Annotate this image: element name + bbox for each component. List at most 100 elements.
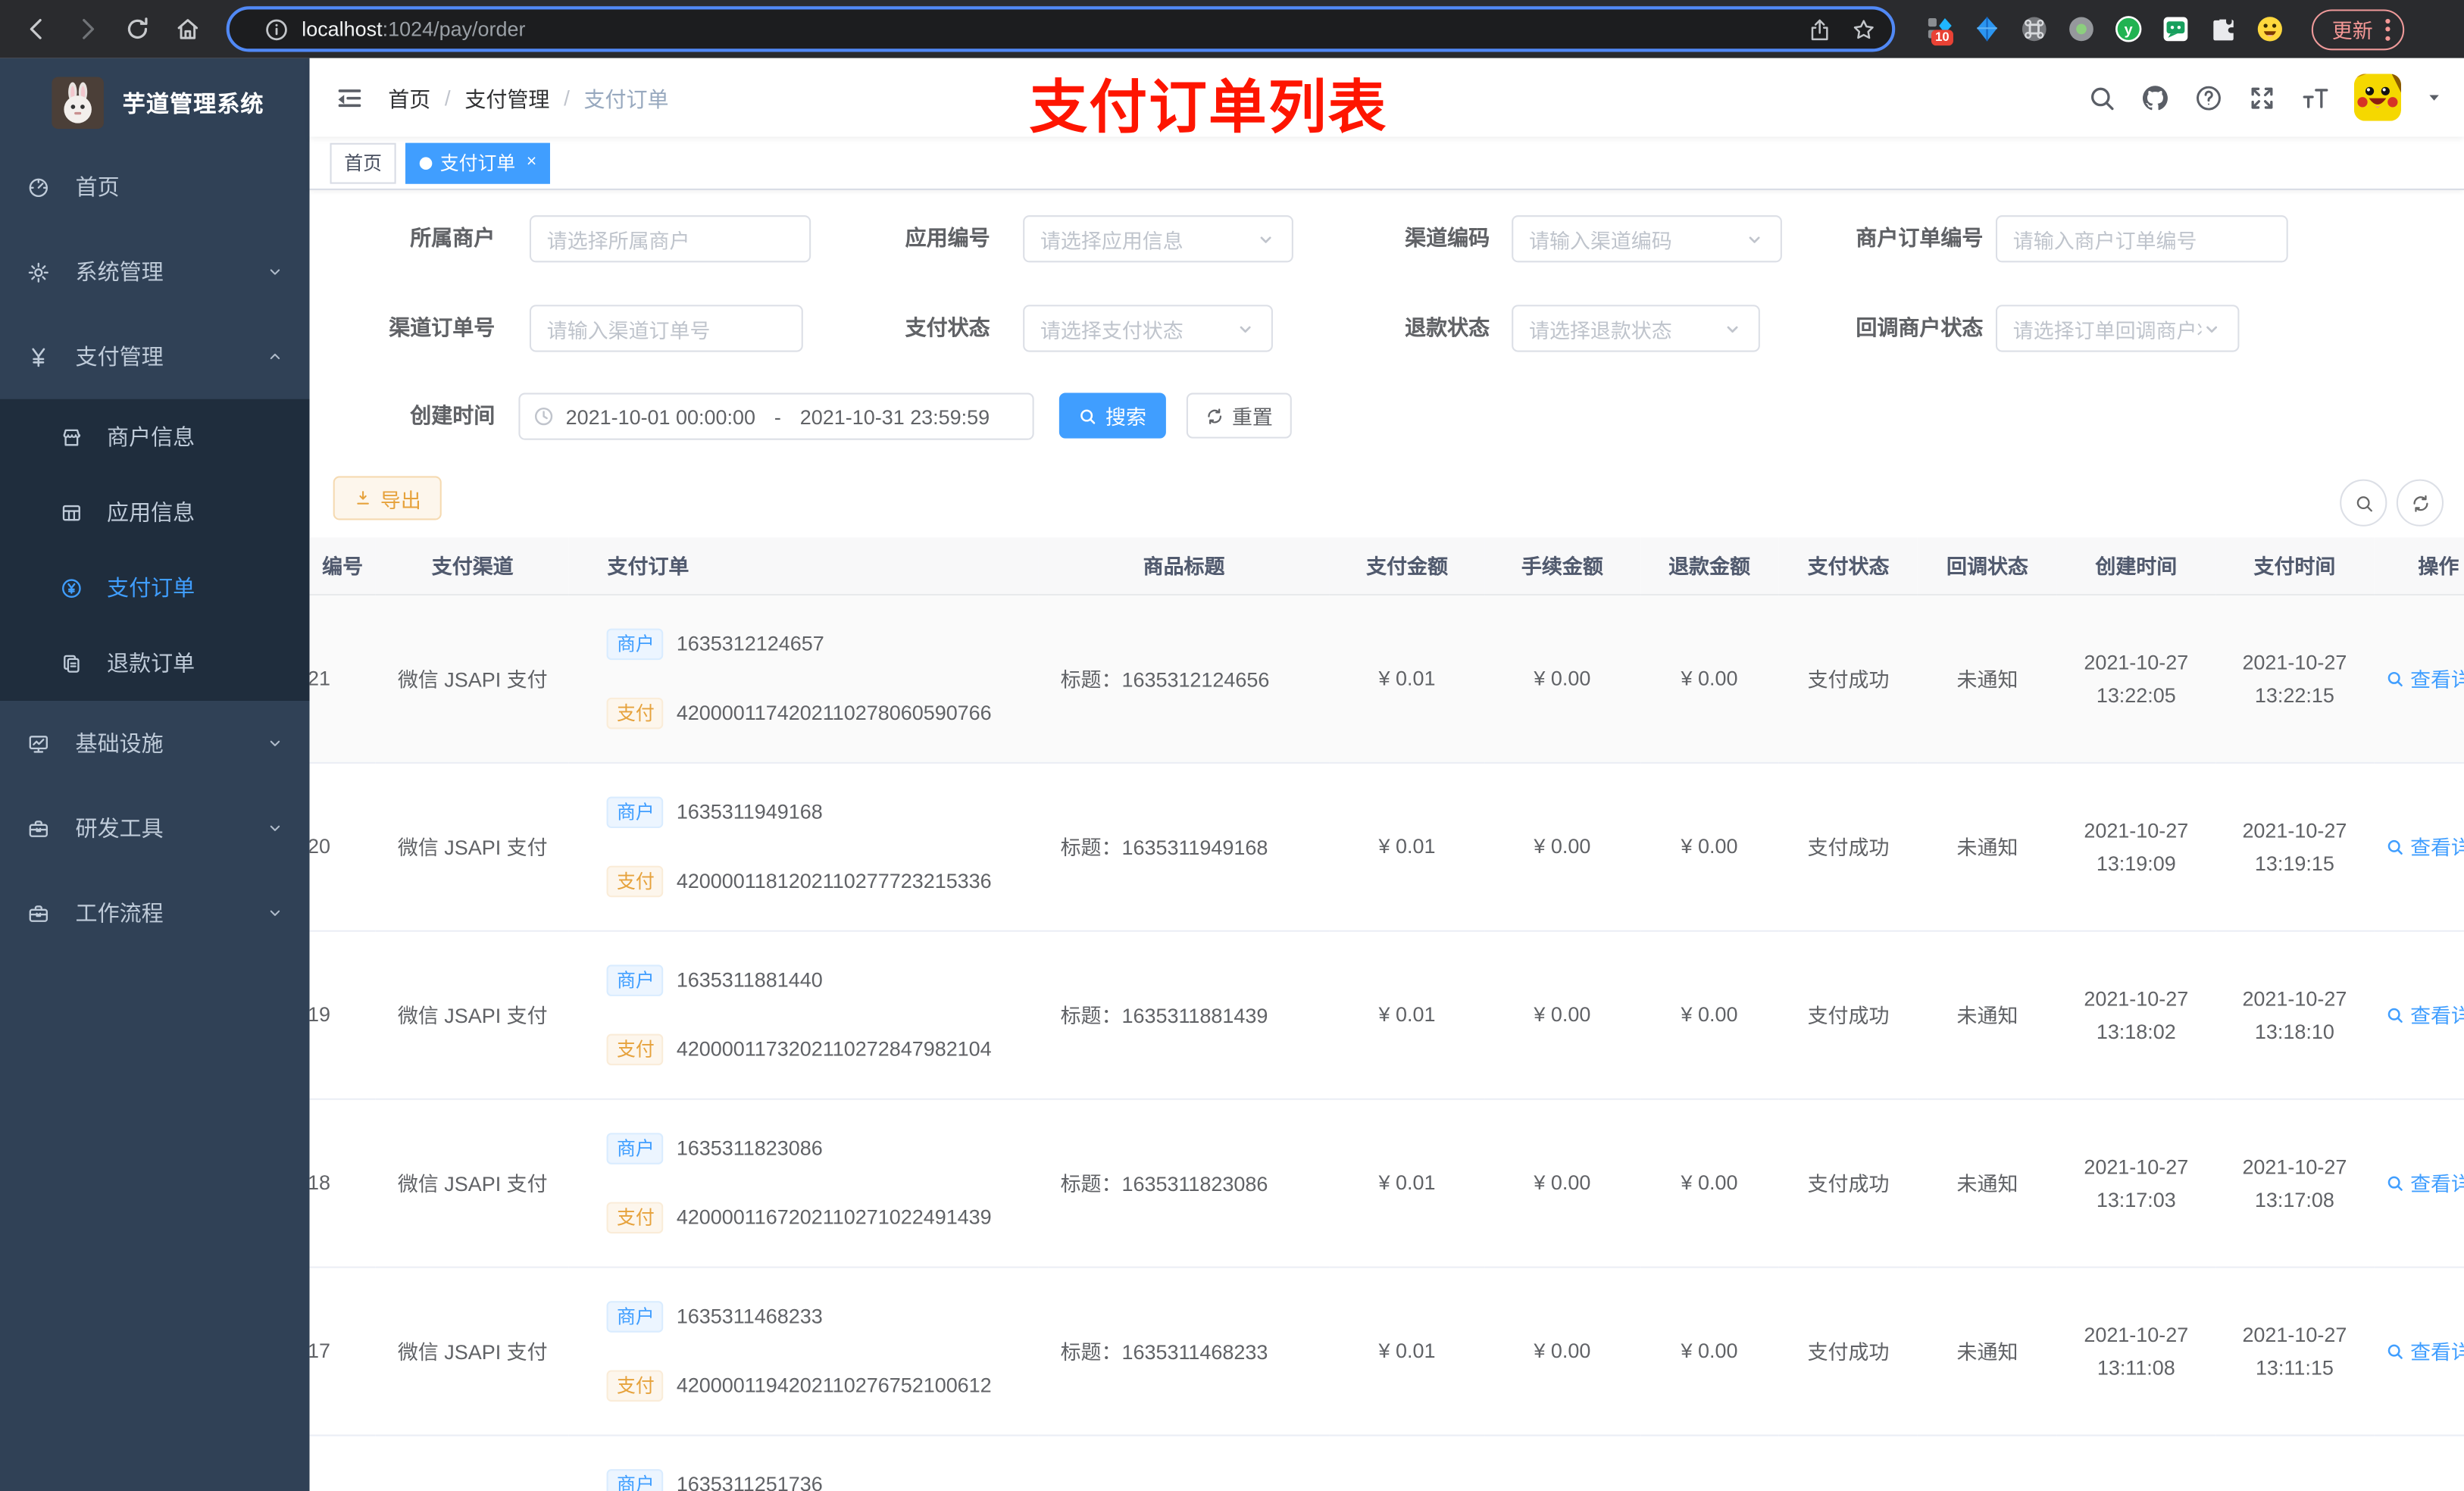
avatar-caret-icon[interactable] [2425,88,2444,107]
order-id-cell: 17 [309,1266,376,1436]
sidebar-item-9[interactable]: 工作流程 [0,871,310,955]
created-date: 2021-10-27 [2084,1154,2189,1178]
paid-time: 13:11:15 [2255,1355,2334,1379]
paid-time: 13:19:15 [2254,851,2334,875]
browser-update-button[interactable]: 更新 [2311,8,2405,50]
avatar[interactable] [2353,73,2402,121]
paid-time-cell: 2021-10-27 13:18:10 [2215,930,2374,1099]
browser-back-button[interactable] [16,8,57,49]
pay-tag: 支付 [607,1369,664,1401]
filter-select[interactable]: 请选择退款状态 [1512,305,1760,352]
chevron-down-icon [2202,318,2222,339]
action-cell: 查看详情 [2373,1266,2464,1436]
created-date: 2021-10-27 [2084,817,2189,842]
browser-menu-icon[interactable] [2385,17,2391,40]
order-lines: 商户 1635311881440 支付 42000011732021102728479… [607,964,1039,1065]
order-id-cell: 18 [309,1098,376,1268]
filter-label: 回调商户状态 [1856,315,1984,339]
goods-title-cell [1038,1434,1330,1491]
pay-status-cell: 支付成功 [1778,593,1918,763]
view-detail-link[interactable]: 查看详情 [2385,1336,2464,1365]
github-icon[interactable] [2140,83,2170,112]
breadcrumb-item-0[interactable]: 首页 [388,82,430,113]
help-icon[interactable] [2194,83,2223,112]
sidebar-item-2[interactable]: 支付管理 [0,314,310,399]
sidebar-item-1[interactable]: 系统管理 [0,230,310,314]
tags-view-bar: 首页 支付订单 × [309,136,2464,190]
toggle-search-button[interactable] [2340,479,2387,527]
view-detail-link[interactable]: 查看详情 [2385,1167,2464,1197]
paid-date: 2021-10-27 [2242,1322,2347,1346]
filter-input[interactable]: 请输入商户订单编号 [1995,215,2288,263]
fee-amount-cell: ¥ 0.00 [1484,593,1640,763]
extension-yudao-icon[interactable]: y [2115,16,2142,42]
share-icon[interactable] [1807,17,1832,42]
reset-button[interactable]: 重置 [1186,392,1292,439]
refresh-table-button[interactable] [2396,479,2444,527]
chevron-down-icon [266,819,285,838]
chevron-down-icon [266,734,285,753]
created-time: 13:22:05 [2096,683,2176,707]
site-info-icon[interactable] [264,17,289,42]
view-detail-link[interactable]: 查看详情 [2385,999,2464,1029]
extensions-puzzle-icon[interactable] [2209,16,2236,42]
view-detail-link[interactable]: 查看详情 [2385,663,2464,692]
tab-首页[interactable]: 首页 [330,142,396,183]
close-icon[interactable]: × [527,153,536,171]
tab-支付订单[interactable]: 支付订单 × [405,142,551,183]
url-bar[interactable]: localhost :1024/pay/order [226,6,1896,52]
view-detail-link[interactable]: 查看详情 [2385,831,2464,861]
extension-icons: 10 y [1927,16,2284,46]
sidebar-item-6[interactable]: 退款订单 [0,625,310,701]
filter-label: 渠道订单号 [389,315,496,339]
export-label: 导出 [380,487,421,512]
sidebar-item-5[interactable]: 支付订单 [0,550,310,626]
sidebar-item-8[interactable]: 研发工具 [0,786,310,871]
fee-amount-cell: ¥ 0.00 [1484,1266,1640,1436]
merchant-order-line: 商户 1635311881440 [607,964,1039,996]
extension-dot-circle-icon[interactable] [2068,16,2094,42]
table-row: 19 微信 JSAPI 支付 商户 1635311881440 支付 4200001173… [309,930,2464,1099]
extension-blocks-icon[interactable]: 10 [1927,16,1953,46]
merchant-order-line: 商户 1635311949168 [607,796,1039,827]
tab-label: 支付订单 [439,152,516,175]
sidebar-item-label: 系统管理 [75,259,164,285]
pay-tag: 支付 [607,864,664,897]
browser-forward-button[interactable] [66,8,107,49]
filter-input[interactable]: 请选择所属商户 [529,215,811,263]
filter-select[interactable]: 请选择支付状态 [1023,305,1273,352]
search-button[interactable]: 搜索 [1058,392,1166,439]
active-tag-dot [419,156,433,169]
font-size-icon[interactable] [2300,83,2330,112]
extension-kite-icon[interactable] [1974,16,2000,42]
extension-emoji-icon[interactable] [2256,16,2283,42]
filter-input[interactable]: 请输入渠道订单号 [529,305,803,352]
export-button[interactable]: 导出 [333,476,442,520]
filter-select[interactable]: 请输入渠道编码 [1512,215,1782,263]
refund-amount-cell: ¥ 0.00 [1640,1098,1779,1268]
create-time-range-picker[interactable]: 2021-10-01 00:00:00-2021-10-31 23:59:59 [518,392,1034,440]
app-root: localhost :1024/pay/order 10 y 更新 芋道管理系统… [0,0,2464,1491]
sidebar-item-0[interactable]: 首页 [0,145,310,230]
table-row: 21 微信 JSAPI 支付 商户 1635312124657 支付 4200001174… [309,593,2464,763]
grid-icon [60,501,83,524]
bookmark-star-icon[interactable] [1851,17,1876,42]
browser-home-button[interactable] [167,8,208,49]
placeholder-text: 请输入商户订单编号 [2012,228,2197,252]
extension-chat-icon[interactable] [2162,16,2189,42]
breadcrumb-item-1[interactable]: 支付管理 [464,82,549,113]
browser-reload-button[interactable] [116,8,157,49]
extension-command-icon[interactable] [2021,16,2047,42]
search-icon[interactable] [2087,83,2116,112]
filter-select[interactable]: 请选择订单回调商户状态 [1995,305,2240,352]
goods-title-cell: 标题：1635312124656 [1038,593,1330,763]
fullscreen-icon[interactable] [2247,83,2277,112]
app-logo[interactable]: 芋道管理系统 [0,58,310,146]
notify-status-cell: 未通知 [1918,930,2057,1099]
sidebar-collapse-icon[interactable] [322,70,376,124]
order-lines: 商户 1635312124657 支付 42000011742021102780605… [607,627,1039,729]
filter-select[interactable]: 请选择应用信息 [1023,215,1293,263]
sidebar-item-3[interactable]: 商户信息 [0,399,310,475]
sidebar-item-4[interactable]: 应用信息 [0,474,310,550]
sidebar-item-7[interactable]: 基础设施 [0,701,310,786]
